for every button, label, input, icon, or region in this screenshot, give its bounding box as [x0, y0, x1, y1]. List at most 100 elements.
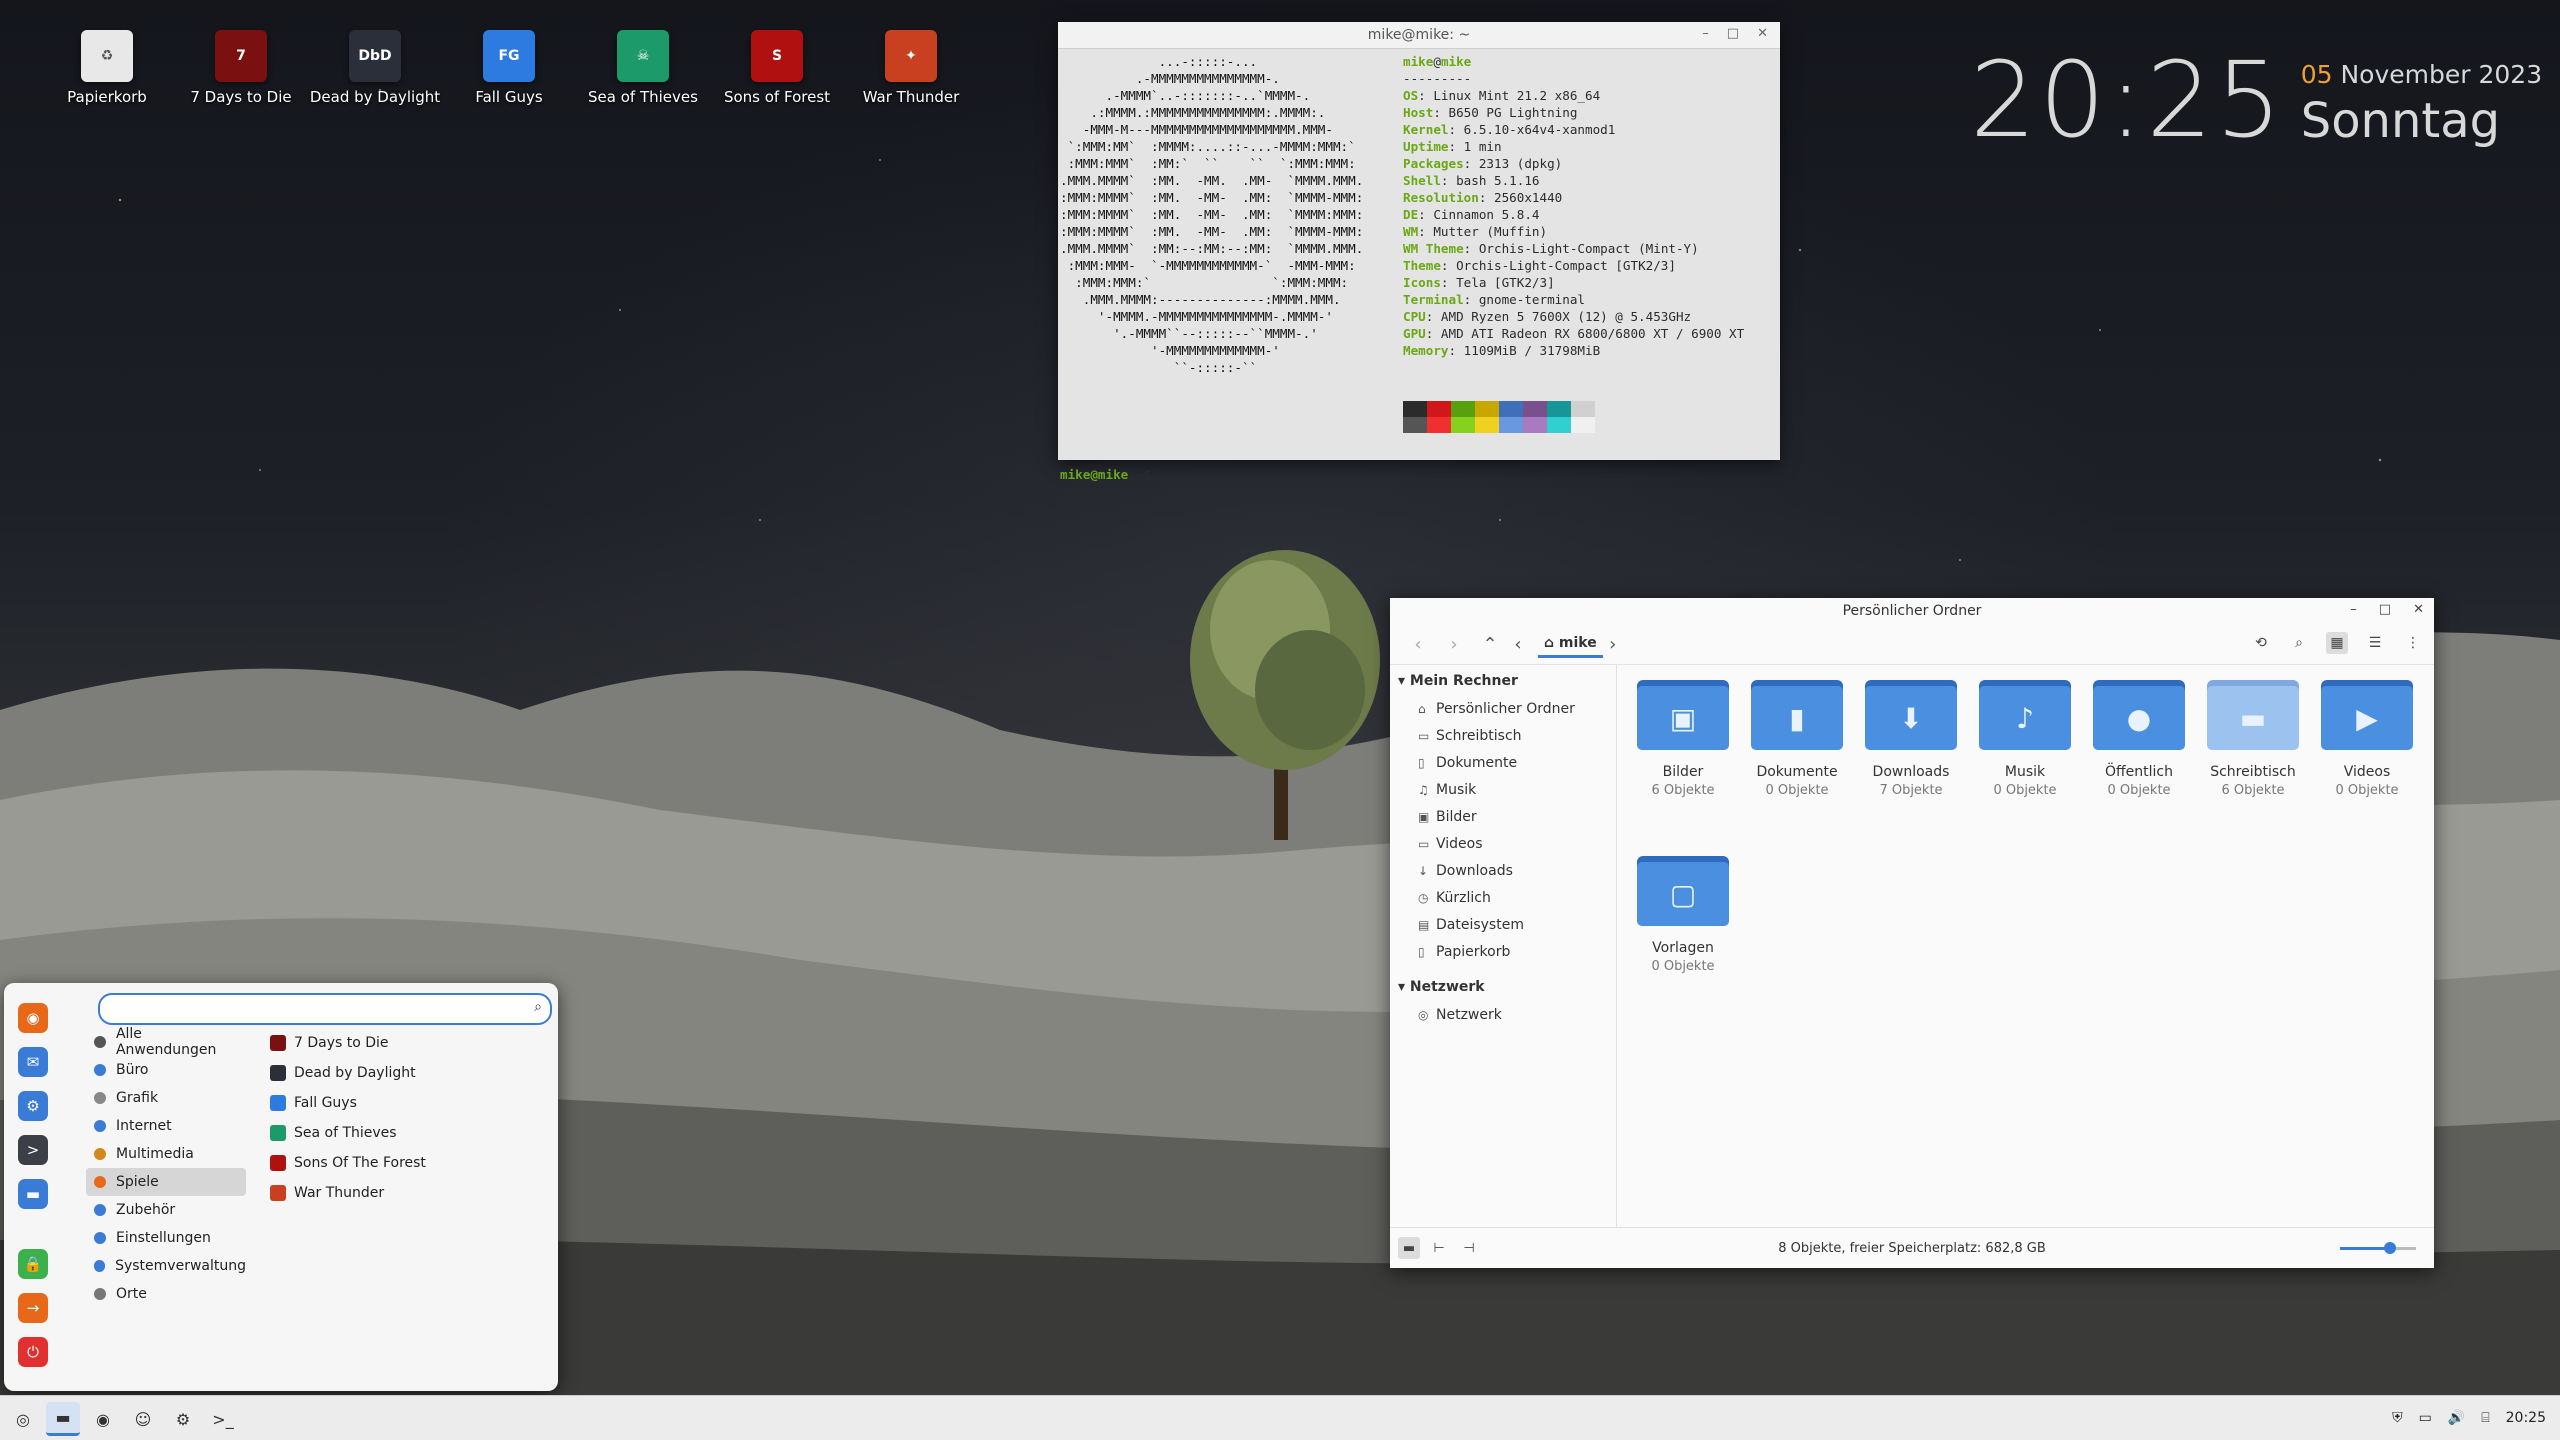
menu-icon[interactable]: ◎	[6, 1402, 40, 1436]
menu-category[interactable]: Multimedia	[86, 1140, 246, 1168]
desktop-icon[interactable]: ✦ War Thunder	[844, 30, 978, 106]
folder-name: Downloads	[1872, 764, 1950, 780]
menu-category[interactable]: Einstellungen	[86, 1224, 246, 1252]
sidebar-item[interactable]: ◷ Kürzlich	[1390, 884, 1616, 911]
menu-app[interactable]: Sons Of The Forest	[270, 1148, 550, 1178]
search-input[interactable]	[110, 995, 514, 1021]
menu-category[interactable]: Büro	[86, 1056, 246, 1084]
path-left-icon[interactable]: ‹	[1508, 634, 1528, 655]
folder-item[interactable]: ▢ Vorlagen 0 Objekte	[1626, 856, 1740, 1032]
menu-app[interactable]: Dead by Daylight	[270, 1058, 550, 1088]
minimize-icon[interactable]: –	[2350, 602, 2357, 617]
sidebar-item[interactable]: ⌂ Persönlicher Ordner	[1390, 695, 1616, 722]
back-icon[interactable]: ‹	[1400, 634, 1436, 655]
menu-search[interactable]: ⌕	[98, 993, 552, 1025]
sidebar-heading[interactable]: ▾ Netzwerk	[1390, 971, 1616, 1001]
sidebar-item[interactable]: ▭ Schreibtisch	[1390, 722, 1616, 749]
fm-titlebar[interactable]: Persönlicher Ordner – □ ✕	[1390, 598, 2434, 624]
close-icon[interactable]: ✕	[1757, 26, 1768, 41]
menu-category[interactable]: Internet	[86, 1112, 246, 1140]
firefox-icon[interactable]: ◉	[18, 1003, 48, 1033]
logout-icon[interactable]: →	[18, 1293, 48, 1323]
terminal-prompt[interactable]: mike@mike:~$ _	[1060, 467, 1166, 482]
path-right-icon[interactable]: ›	[1603, 634, 1623, 655]
network-icon[interactable]: ⌸	[2481, 1410, 2489, 1426]
compact-view-icon[interactable]: ⋮	[2402, 632, 2424, 654]
sidebar-item[interactable]: ▭ Videos	[1390, 830, 1616, 857]
display-icon[interactable]: ▭	[2419, 1410, 2432, 1426]
neofetch-colon: :	[1463, 156, 1479, 171]
folder-item[interactable]: ▬ Schreibtisch 6 Objekte	[2196, 680, 2310, 856]
folder-item[interactable]: ● Öffentlich 0 Objekte	[2082, 680, 2196, 856]
neofetch-row: Shell: bash 5.1.16	[1403, 172, 1744, 189]
close-icon[interactable]: ✕	[2413, 602, 2424, 617]
list-view-icon[interactable]: ☰	[2364, 632, 2386, 654]
sidebar-item[interactable]: ▣ Bilder	[1390, 803, 1616, 830]
sidebar-item[interactable]: ↓ Downloads	[1390, 857, 1616, 884]
desktop-icon[interactable]: FG Fall Guys	[442, 30, 576, 106]
up-icon[interactable]: ⌃	[1472, 634, 1508, 655]
terminal-titlebar[interactable]: mike@mike: ~ – □ ✕	[1058, 22, 1780, 49]
steam-icon[interactable]: ⚙	[166, 1402, 200, 1436]
menu-app[interactable]: 7 Days to Die	[270, 1028, 550, 1058]
file-manager-window[interactable]: Persönlicher Ordner – □ ✕ ‹ › ⌃ ‹ ⌂ mike…	[1390, 598, 2434, 1268]
terminal-icon[interactable]: >	[18, 1135, 48, 1165]
desktop-icon[interactable]: ♻ Papierkorb	[40, 30, 174, 106]
volume-icon[interactable]: 🔊	[2448, 1410, 2465, 1426]
forward-icon[interactable]: ›	[1436, 634, 1472, 655]
menu-category[interactable]: Systemverwaltung	[86, 1252, 246, 1280]
image-icon: ▣	[1418, 809, 1430, 824]
maximize-icon[interactable]: □	[1727, 26, 1739, 41]
search-icon[interactable]: ⌕	[2288, 632, 2310, 654]
sidebar-item[interactable]: ♫ Musik	[1390, 776, 1616, 803]
neofetch-colon: :	[1425, 309, 1441, 324]
lock-icon[interactable]: 🔒	[18, 1249, 48, 1279]
toggle-location-icon[interactable]: ⟲	[2250, 632, 2272, 654]
neofetch-key: Uptime	[1403, 139, 1449, 154]
folder-item[interactable]: ▮ Dokumente 0 Objekte	[1740, 680, 1854, 856]
sidebar-item[interactable]: ▯ Papierkorb	[1390, 938, 1616, 965]
menu-app[interactable]: Sea of Thieves	[270, 1118, 550, 1148]
menu-category[interactable]: Spiele	[86, 1168, 246, 1196]
firefox-icon[interactable]: ◉	[86, 1402, 120, 1436]
breadcrumb-home[interactable]: ⌂ mike	[1538, 631, 1603, 658]
desktop-icon[interactable]: ☠ Sea of Thieves	[576, 30, 710, 106]
panel-clock[interactable]: 20:25	[2506, 1410, 2546, 1426]
menu-category[interactable]: Alle Anwendungen	[86, 1026, 246, 1058]
menu-category[interactable]: Grafik	[86, 1084, 246, 1112]
sidebar-heading-label: Netzwerk	[1409, 979, 1485, 995]
color-swatch	[1547, 401, 1571, 417]
app-icon	[270, 1095, 286, 1111]
folder-item[interactable]: ⬇ Downloads 7 Objekte	[1854, 680, 1968, 856]
discord-icon[interactable]: ☺	[126, 1402, 160, 1436]
zoom-slider[interactable]	[2340, 1242, 2416, 1254]
desktop-icon[interactable]: S Sons of Forest	[710, 30, 844, 106]
menu-app[interactable]: Fall Guys	[270, 1088, 550, 1118]
folder-item[interactable]: ♪ Musik 0 Objekte	[1968, 680, 2082, 856]
menu-category[interactable]: Zubehör	[86, 1196, 246, 1224]
menu-app[interactable]: War Thunder	[270, 1178, 550, 1208]
neofetch-value: gnome-terminal	[1478, 292, 1585, 307]
shield-icon[interactable]: ⛨	[2392, 1410, 2403, 1426]
sidebar-item[interactable]: ◎ Netzwerk	[1390, 1001, 1616, 1028]
neofetch-row: Kernel: 6.5.10-x64v4-xanmod1	[1403, 121, 1744, 138]
power-icon[interactable]: ⏻	[18, 1337, 48, 1367]
sidebar-item[interactable]: ▤ Dateisystem	[1390, 911, 1616, 938]
desktop-icon[interactable]: 7 7 Days to Die	[174, 30, 308, 106]
sidebar-item[interactable]: ▯ Dokumente	[1390, 749, 1616, 776]
maximize-icon[interactable]: □	[2379, 602, 2391, 617]
settings-icon[interactable]: ⚙	[18, 1091, 48, 1121]
files-icon[interactable]: ▬	[18, 1179, 48, 1209]
sidebar-heading[interactable]: ▾ Mein Rechner	[1390, 665, 1616, 695]
mail-icon[interactable]: ✉	[18, 1047, 48, 1077]
terminal-window[interactable]: mike@mike: ~ – □ ✕ ...-:::::-... .-MMMMM…	[1058, 22, 1780, 482]
terminal-icon[interactable]: >_	[206, 1402, 240, 1436]
files-icon[interactable]: ▬	[46, 1402, 80, 1436]
folder-item[interactable]: ▶ Videos 0 Objekte	[2310, 680, 2424, 856]
desktop-icon[interactable]: DbD Dead by Daylight	[308, 30, 442, 106]
minimize-icon[interactable]: –	[1702, 26, 1709, 41]
folder-item[interactable]: ▣ Bilder 6 Objekte	[1626, 680, 1740, 856]
icon-view-icon[interactable]: ▦	[2326, 632, 2348, 654]
neofetch-colon: :	[1440, 173, 1457, 188]
menu-category[interactable]: Orte	[86, 1280, 246, 1308]
